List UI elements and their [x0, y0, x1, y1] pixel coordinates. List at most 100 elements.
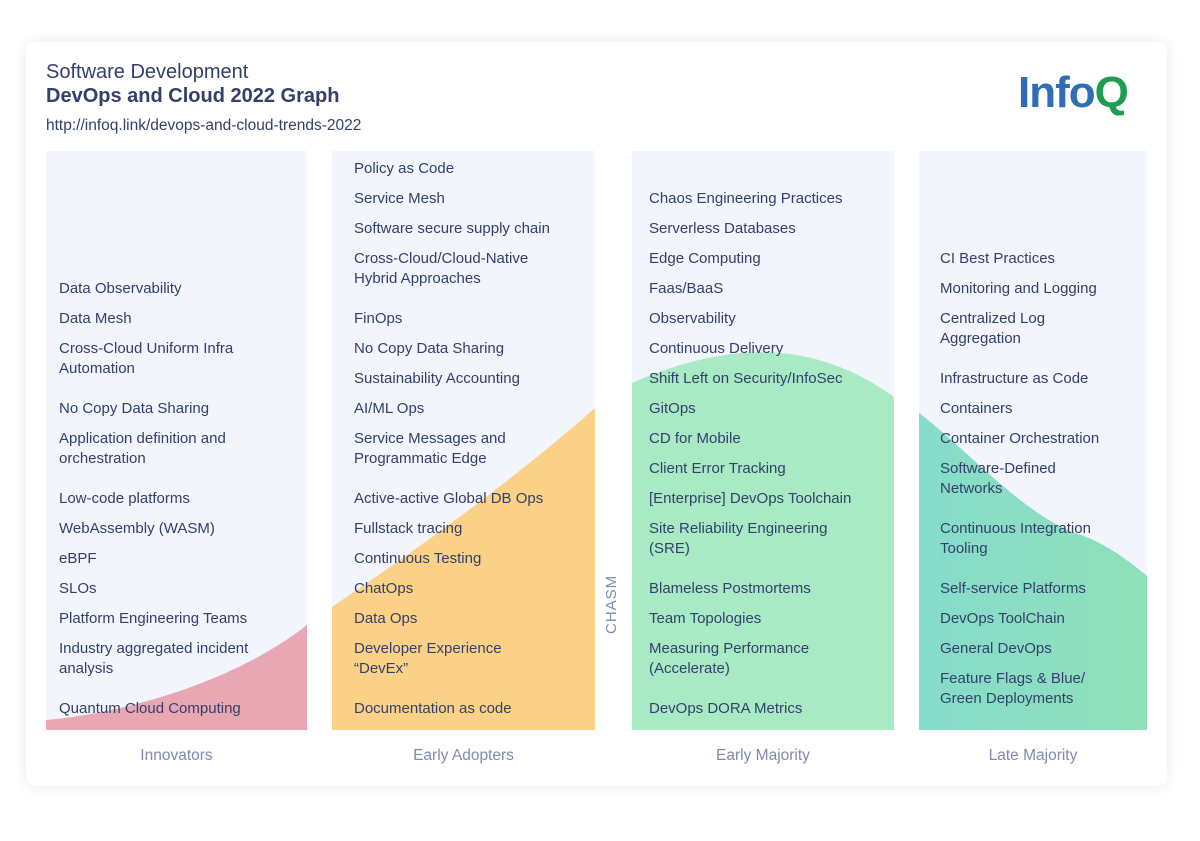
technology-item: Edge Computing — [649, 249, 761, 269]
technology-item: Industry aggregated incident analysis — [59, 639, 248, 679]
technology-item: Infrastructure as Code — [940, 369, 1088, 389]
technology-item-line: Networks — [940, 480, 1003, 497]
technology-item-line: WebAssembly (WASM) — [59, 520, 215, 537]
technology-item: Software-Defined Networks — [940, 459, 1056, 499]
technology-item: Documentation as code — [354, 699, 512, 719]
technology-item: Monitoring and Logging — [940, 279, 1097, 299]
technology-item-line: (Accelerate) — [649, 660, 730, 677]
technology-item: Blameless Postmortems — [649, 579, 811, 599]
page-subtitle: Software Development — [46, 61, 249, 83]
technology-item-line: eBPF — [59, 550, 97, 567]
technology-item-line: SLOs — [59, 580, 97, 597]
technology-item-line: [Enterprise] DevOps Toolchain — [649, 490, 852, 507]
technology-item-line: Infrastructure as Code — [940, 370, 1089, 387]
technology-item-line: Cross-Cloud Uniform Infra — [59, 340, 234, 357]
technology-item-line: Centralized Log — [940, 310, 1046, 327]
technology-item: AI/ML Ops — [354, 399, 424, 419]
technology-item-line: Serverless Databases — [649, 220, 796, 237]
column-late-majority: CI Best Practices Monitoring and Logging C… — [919, 151, 1147, 730]
technology-item-line: CI Best Practices — [940, 250, 1056, 267]
technology-item: Data Ops — [354, 609, 417, 629]
technology-item: Observability — [649, 309, 736, 329]
technology-item: Self-service Platforms — [940, 579, 1086, 599]
technology-item-line: Site Reliability Engineering — [649, 520, 828, 537]
technology-item: Data Mesh — [59, 309, 132, 329]
technology-item-line: Data Mesh — [59, 310, 132, 327]
technology-item: Low-code platforms — [59, 489, 190, 509]
technology-item-line: Active-active Global DB Ops — [354, 490, 544, 507]
technology-item: Container Orchestration — [940, 429, 1099, 449]
technology-item-line: Service Mesh — [354, 190, 445, 207]
technology-item: Application definition and orchestration — [59, 429, 226, 469]
technology-item-line: Low-code platforms — [59, 490, 190, 507]
infoq-logo[interactable]: InfoQ — [1018, 68, 1129, 118]
technology-item-line: Blameless Postmortems — [649, 580, 811, 597]
technology-item: Centralized Log Aggregation — [940, 309, 1045, 349]
technology-item: Active-active Global DB Ops — [354, 489, 543, 509]
technology-item-line: Self-service Platforms — [940, 580, 1086, 597]
technology-item-line: AI/ML Ops — [354, 400, 425, 417]
phase-label-early-majority: Early Majority — [716, 747, 810, 764]
technology-item-line: (SRE) — [649, 540, 690, 557]
technology-item-line: FinOps — [354, 310, 403, 327]
technology-item-line: Programmatic Edge — [354, 450, 487, 467]
technology-item-line: Hybrid Approaches — [354, 270, 481, 287]
technology-item-line: Team Topologies — [649, 610, 762, 627]
technology-item-line: Continuous Delivery — [649, 340, 784, 357]
technology-item-line: Documentation as code — [354, 700, 512, 717]
technology-item-line: Sustainability Accounting — [354, 370, 520, 387]
technology-item-line: Continuous Integration — [940, 520, 1091, 537]
phase-label-early-adopters: Early Adopters — [413, 747, 514, 764]
logo-q-text: Q — [1094, 68, 1129, 117]
logo-info-text: Info — [1018, 68, 1096, 117]
technology-item: Chaos Engineering Practices — [649, 189, 842, 209]
technology-item-line: Edge Computing — [649, 250, 761, 267]
technology-item: Cross-Cloud/Cloud-Native Hybrid Approache… — [354, 249, 528, 289]
technology-item-line: Application definition and — [59, 430, 226, 447]
technology-item-line: Shift Left on Security/InfoSec — [649, 370, 843, 387]
technology-item-line: CD for Mobile — [649, 430, 741, 447]
technology-item-line: Service Messages and — [354, 430, 506, 447]
technology-item: Feature Flags & Blue/Green Deployments — [940, 669, 1085, 709]
item-list-innovators: Data Observability Data Mesh Cross-Cloud U… — [46, 151, 307, 730]
technology-item-line: Chaos Engineering Practices — [649, 190, 843, 207]
technology-item-line: Fullstack tracing — [354, 520, 463, 537]
technology-item: Serverless Databases — [649, 219, 796, 239]
item-list-early-majority: Chaos Engineering Practices Serverless Da… — [632, 151, 894, 730]
item-list-late-majority: CI Best Practices Monitoring and Logging C… — [919, 151, 1147, 730]
technology-item: Site Reliability Engineering (SRE) — [649, 519, 827, 559]
source-url[interactable]: http://infoq.link/devops-and-cloud-trend… — [46, 116, 361, 136]
technology-item-line: Automation — [59, 360, 135, 377]
technology-item: No Copy Data Sharing — [59, 399, 209, 419]
technology-item: Sustainability Accounting — [354, 369, 520, 389]
phase-label-late-majority: Late Majority — [988, 747, 1078, 764]
technology-item-line: Software-Defined — [940, 460, 1056, 477]
technology-item: Policy as Code — [354, 159, 454, 179]
technology-item-line: Green Deployments — [940, 690, 1074, 707]
technology-item-line: ChatOps — [354, 580, 414, 597]
technology-item: Measuring Performance (Accelerate) — [649, 639, 809, 679]
technology-item-line: Feature Flags & Blue/ — [940, 670, 1086, 687]
technology-item: Team Topologies — [649, 609, 761, 629]
technology-item-line: Monitoring and Logging — [940, 280, 1097, 297]
technology-item: General DevOps — [940, 639, 1052, 659]
technology-item-line: Measuring Performance — [649, 640, 810, 657]
technology-item-line: Data Ops — [354, 610, 418, 627]
technology-item: WebAssembly (WASM) — [59, 519, 215, 539]
technology-item: Client Error Tracking — [649, 459, 786, 479]
technology-item: Faas/BaaS — [649, 279, 723, 299]
phase-label-innovators: Innovators — [140, 747, 213, 764]
technology-item-line: Client Error Tracking — [649, 460, 786, 477]
technology-item: Continuous Delivery — [649, 339, 783, 359]
technology-item-line: Cross-Cloud/Cloud-Native — [354, 250, 529, 267]
technology-item: Continuous Integration Tooling — [940, 519, 1091, 559]
page-title: DevOps and Cloud 2022 Graph — [46, 85, 340, 107]
technology-item: FinOps — [354, 309, 402, 329]
technology-item-line: GitOps — [649, 400, 696, 417]
technology-item: CD for Mobile — [649, 429, 741, 449]
technology-item: GitOps — [649, 399, 696, 419]
technology-item-line: Tooling — [940, 540, 988, 557]
technology-item-line: Container Orchestration — [940, 430, 1100, 447]
technology-item-line: Continuous Testing — [354, 550, 482, 567]
technology-item: DevOps ToolChain — [940, 609, 1065, 629]
